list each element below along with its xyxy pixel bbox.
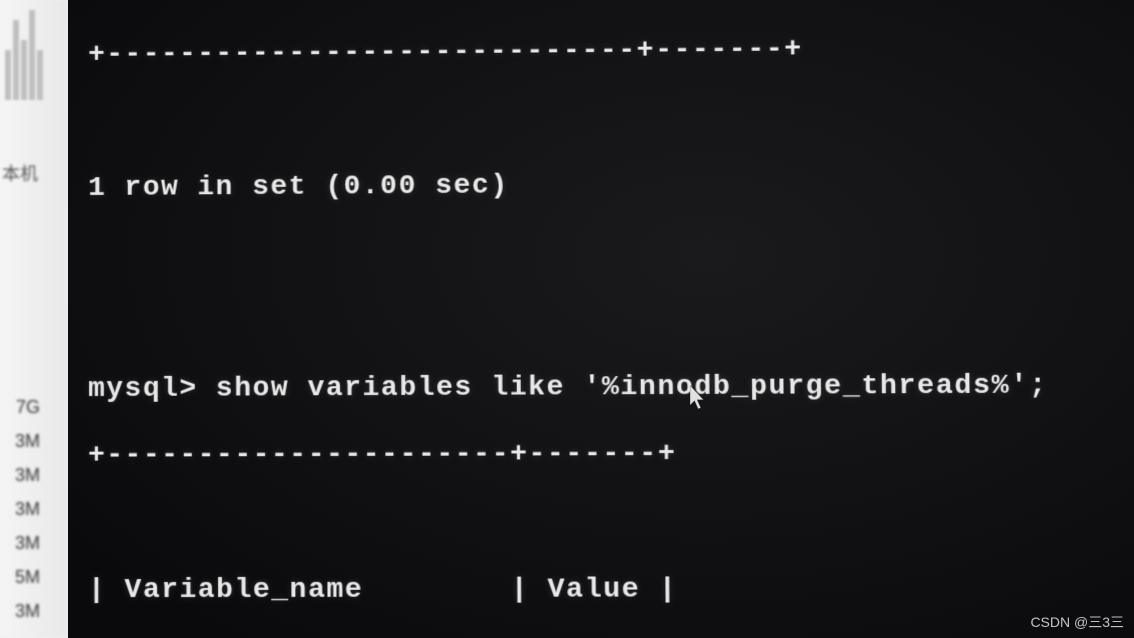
terminal-window[interactable]: +-----------------------------+-------+ … <box>68 0 1134 638</box>
sidebar-value: 3M <box>0 424 44 458</box>
terminal-output: +-----------------------------+-------+ … <box>88 0 1059 638</box>
mysql-prompt-command: mysql> show variables like '%innodb_purg… <box>88 369 1048 406</box>
table-separator: +-----------------------------+-------+ <box>88 31 1044 72</box>
sidebar-chart-bars <box>5 10 55 110</box>
watermark-text: CSDN @三3三 <box>1030 612 1124 632</box>
table-separator: +----------------------+-------+ <box>88 437 1049 474</box>
status-row-count: 1 row in set (0.00 sec) <box>88 166 1045 206</box>
sidebar-value: 5M <box>0 560 44 594</box>
sidebar-value: 3M <box>0 458 44 492</box>
sidebar-value: 7G <box>0 390 44 424</box>
sidebar-metric-list: 7G 3M 3M 3M 3M 5M 3M <box>0 390 44 628</box>
table-header-row: | Variable_name | Value | <box>88 573 1050 608</box>
mouse-cursor-icon <box>690 385 708 411</box>
sidebar-panel: 本机 7G 3M 3M 3M 3M 5M 3M <box>0 0 68 638</box>
sidebar-value: 3M <box>0 492 44 526</box>
sidebar-value: 3M <box>0 594 44 628</box>
sidebar-host-label: 本机 <box>2 160 38 186</box>
sidebar-value: 3M <box>0 526 44 560</box>
